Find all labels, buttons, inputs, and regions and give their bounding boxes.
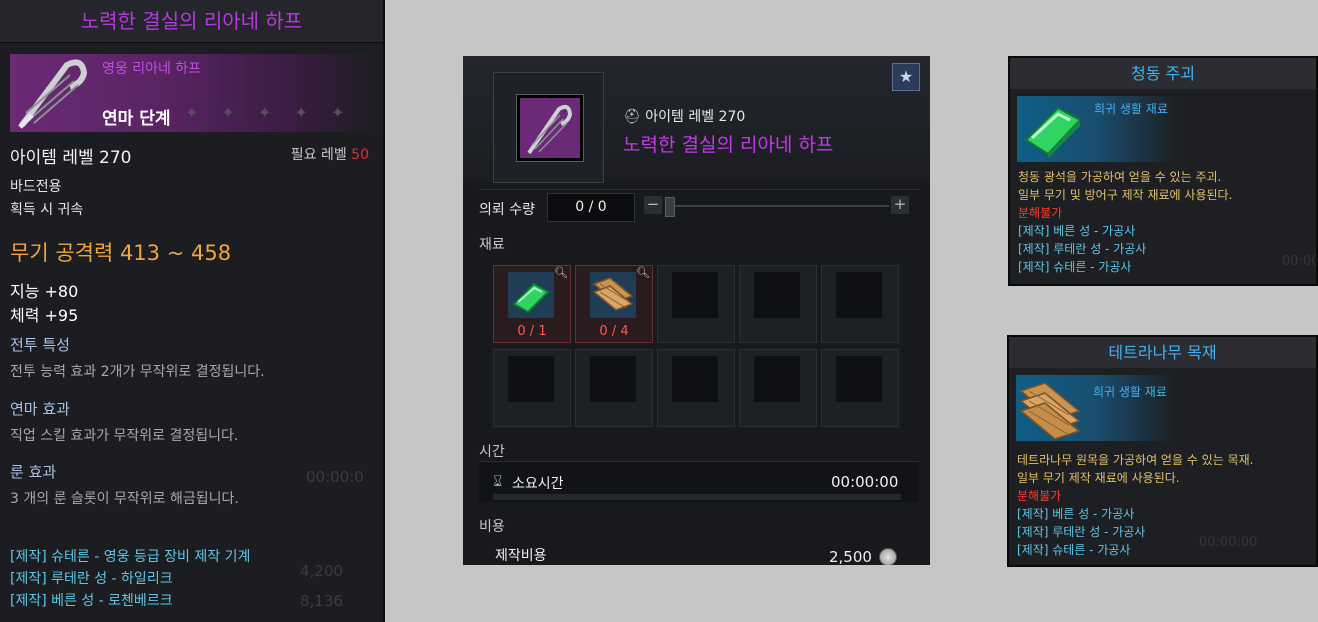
battle-trait-header: 전투 특성 bbox=[10, 336, 70, 354]
time-progress-bar bbox=[493, 494, 901, 500]
tetra-wood-tooltip: 테트라나무 목재 희귀 생활 재료 00:00:00 테트라나무 원목을 가공하… bbox=[1007, 335, 1318, 567]
material-count: 0 / 1 bbox=[517, 324, 547, 339]
source-location: [제작] 슈테른 - 가공사 bbox=[1017, 543, 1131, 557]
no-disassemble-label: 분해불가 bbox=[1017, 489, 1062, 503]
item-type: 희귀 생활 재료 bbox=[1093, 385, 1167, 399]
refine-stage-label: 연마 단계 bbox=[102, 109, 171, 129]
item-description: 테트라나무 원목을 가공하여 얻을 수 있는 목재. bbox=[1017, 453, 1254, 467]
item-level: ⛑ 아이템 레벨 270 bbox=[623, 106, 745, 126]
item-description: 일부 무기 및 방어구 제작 재료에 사용된다. bbox=[1018, 188, 1233, 202]
material-slot-empty bbox=[657, 265, 735, 343]
magnifier-icon[interactable]: 🔍︎ bbox=[636, 266, 650, 279]
item-type: 희귀 생활 재료 bbox=[1094, 102, 1168, 116]
class-restriction: 바드전용 bbox=[10, 179, 62, 195]
required-level: 필요 레벨 50 bbox=[291, 144, 369, 164]
magnifier-icon[interactable]: 🔍︎ bbox=[554, 266, 568, 279]
harp-icon bbox=[18, 59, 88, 129]
bronze-ingot-tooltip: 청동 주괴 희귀 생활 재료 00:00:0 청동 광석을 가공하여 얻을 수 … bbox=[1008, 56, 1318, 286]
crafting-location: [제작] 슈테른 - 영웅 등급 장비 제작 기계 bbox=[10, 549, 251, 565]
favorite-button[interactable]: ★ bbox=[892, 63, 920, 91]
material-slot-empty bbox=[739, 349, 817, 427]
background-cost-text: 4,200 bbox=[300, 562, 343, 580]
rune-effect-header: 룬 효과 bbox=[10, 463, 57, 481]
time-header: 시간 bbox=[479, 444, 505, 460]
decrease-button[interactable]: − bbox=[644, 196, 662, 214]
card-title: 청동 주괴 bbox=[1010, 58, 1316, 89]
weapon-attack: 무기 공격력 413 ~ 458 bbox=[10, 241, 232, 265]
refine-effect-header: 연마 효과 bbox=[10, 400, 70, 418]
material-slot-empty bbox=[739, 265, 817, 343]
item-description: 청동 광석을 가공하여 얻을 수 있는 주괴. bbox=[1018, 170, 1222, 184]
materials-header: 재료 bbox=[479, 237, 505, 253]
bronze-ingot-icon bbox=[512, 282, 550, 314]
item-name: 노력한 결실의 리아네 하프 bbox=[623, 134, 834, 156]
stat-intelligence: 지능 +80 bbox=[10, 282, 79, 301]
material-slot-empty bbox=[575, 349, 653, 427]
background-time-text: 00:00:0 bbox=[1282, 254, 1318, 269]
bronze-ingot-icon bbox=[1024, 106, 1082, 158]
material-slot-empty bbox=[821, 265, 899, 343]
material-slot-bronze[interactable]: 🔍︎ 0 / 1 bbox=[493, 265, 571, 343]
time-required-label: 소요시간 bbox=[512, 476, 564, 492]
bind-info: 획득 시 귀속 bbox=[10, 202, 84, 218]
card-title: 테트라나무 목재 bbox=[1009, 337, 1316, 368]
wood-plank-icon bbox=[592, 277, 634, 311]
divider bbox=[479, 189, 919, 190]
rune-effect-desc: 3 개의 룬 슬롯이 무작위로 해금됩니다. bbox=[10, 491, 239, 507]
material-slot-empty bbox=[821, 349, 899, 427]
quantity-slider-thumb[interactable] bbox=[665, 197, 675, 217]
source-location: [제작] 루테란 성 - 가공사 bbox=[1018, 242, 1147, 256]
required-level-value: 50 bbox=[351, 147, 369, 163]
source-location: [제작] 슈테른 - 가공사 bbox=[1018, 260, 1132, 274]
material-count: 0 / 4 bbox=[599, 324, 629, 339]
item-level: 아이템 레벨 270 bbox=[10, 148, 132, 168]
material-slot-empty bbox=[493, 349, 571, 427]
quantity-slider-track[interactable] bbox=[665, 205, 889, 207]
source-location: [제작] 베른 성 - 가공사 bbox=[1017, 507, 1135, 521]
craft-cost-value: 2,500 bbox=[829, 548, 872, 565]
no-disassemble-label: 분해불가 bbox=[1018, 206, 1063, 220]
background-time-text: 00:00:0 bbox=[306, 468, 364, 486]
wood-plank-icon bbox=[1019, 382, 1081, 440]
helmet-icon: ⛑ bbox=[623, 109, 641, 125]
stat-vitality: 체력 +95 bbox=[10, 306, 79, 325]
increase-button[interactable]: + bbox=[891, 196, 909, 214]
item-level-text: 아이템 레벨 270 bbox=[645, 109, 746, 125]
crafting-location: [제작] 루테란 성 - 하일리크 bbox=[10, 571, 173, 587]
tooltip-title: 노력한 결실의 리아네 하프 bbox=[0, 0, 383, 43]
battle-trait-desc: 전투 능력 효과 2개가 무작위로 결정됩니다. bbox=[10, 364, 265, 380]
craft-cost-label: 제작비용 bbox=[495, 548, 547, 564]
background-time-text: 00:00:00 bbox=[1199, 535, 1258, 550]
refine-stars: ✦ ✦ ✦ ✦ ✦ bbox=[185, 103, 354, 122]
hourglass-icon: ⌛︎ bbox=[493, 472, 503, 490]
request-qty-label: 의뢰 수량 bbox=[479, 202, 535, 218]
material-slot-wood[interactable]: 🔍︎ 0 / 4 bbox=[575, 265, 653, 343]
silver-coin-icon bbox=[879, 548, 897, 565]
crafting-location: [제작] 베른 성 - 로첸베르크 bbox=[10, 593, 173, 609]
crafting-panel: ★ ⛑ 아이템 레벨 270 노력한 결실의 리아네 하프 의뢰 수량 0 / … bbox=[463, 56, 930, 565]
item-grade: 영웅 리아네 하프 bbox=[102, 61, 202, 77]
background-cost-text: 8,136 bbox=[300, 592, 343, 610]
item-slot[interactable] bbox=[516, 94, 584, 162]
required-level-label: 필요 레벨 bbox=[290, 147, 347, 163]
source-location: [제작] 베른 성 - 가공사 bbox=[1018, 224, 1136, 238]
item-icon-frame bbox=[493, 72, 604, 183]
cost-header: 비용 bbox=[479, 519, 505, 535]
source-location: [제작] 루테란 성 - 가공사 bbox=[1017, 525, 1146, 539]
time-required-value: 00:00:00 bbox=[831, 473, 899, 491]
request-qty-input[interactable]: 0 / 0 bbox=[547, 193, 635, 222]
refine-effect-desc: 직업 스킬 효과가 무작위로 결정됩니다. bbox=[10, 428, 239, 444]
item-tooltip-panel: 노력한 결실의 리아네 하프 영웅 리아네 하프 연마 단계 ✦ ✦ ✦ ✦ ✦… bbox=[0, 0, 385, 622]
item-description: 일부 무기 제작 재료에 사용된다. bbox=[1017, 471, 1180, 485]
harp-icon bbox=[527, 104, 573, 155]
material-slot-empty bbox=[657, 349, 735, 427]
